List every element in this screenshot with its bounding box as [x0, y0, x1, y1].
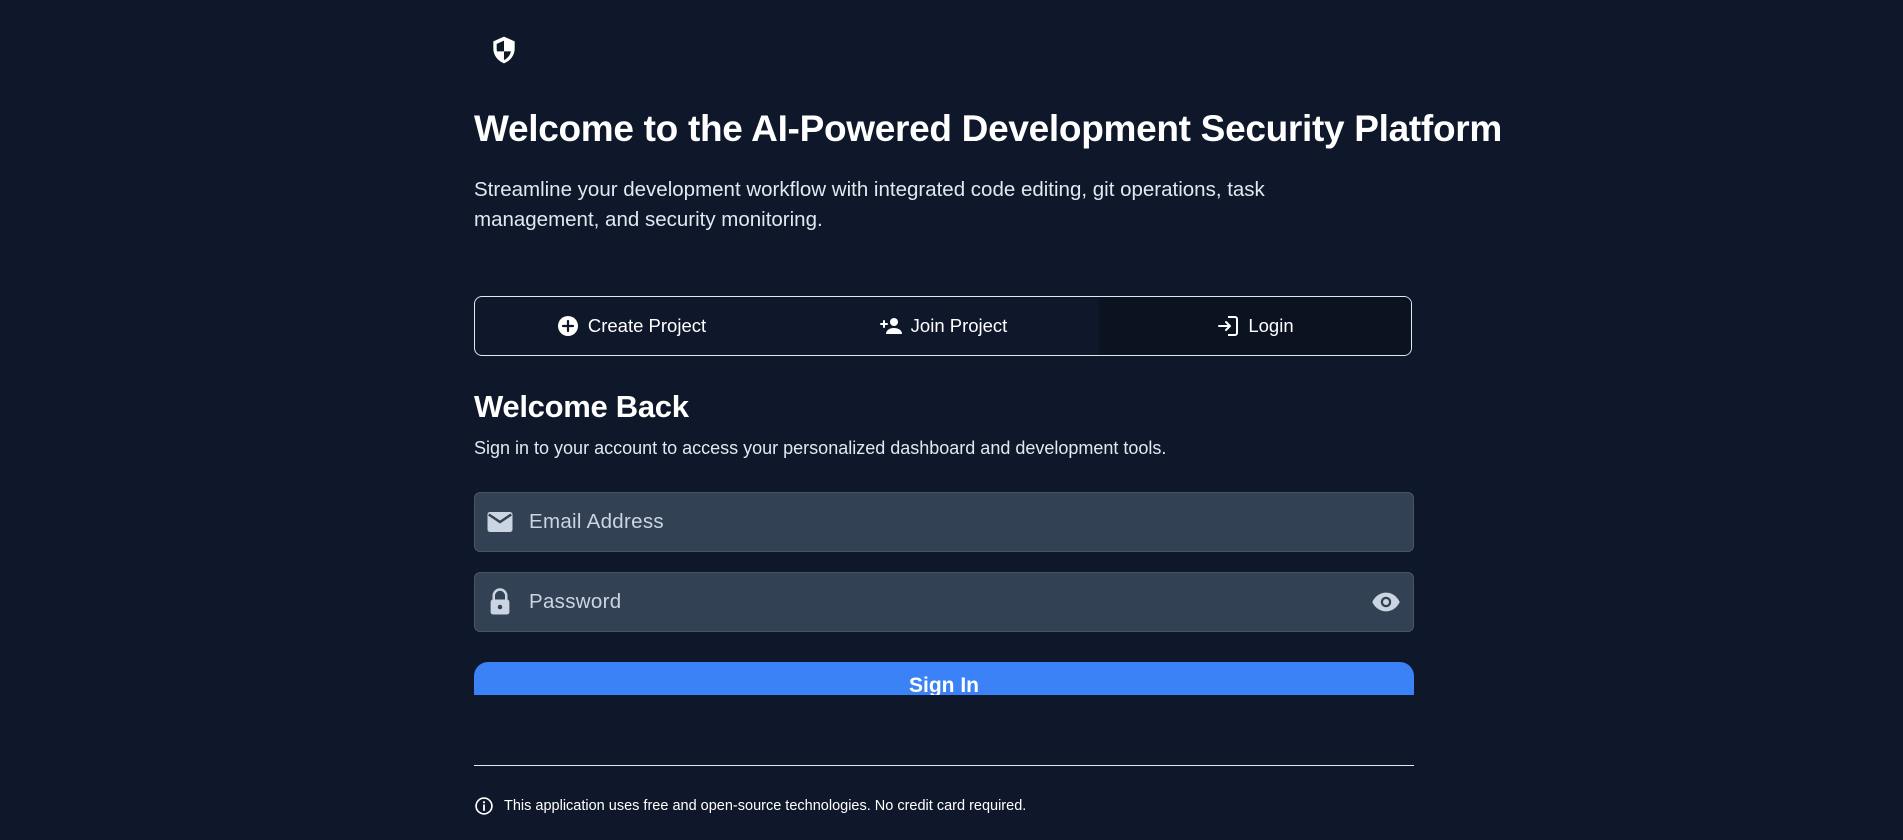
divider [474, 765, 1414, 766]
tab-join-project[interactable]: Join Project [787, 297, 1099, 355]
mail-icon [487, 512, 513, 532]
page-title: Welcome to the AI-Powered Development Se… [474, 108, 1502, 149]
login-title: Welcome Back [474, 389, 689, 424]
lock-icon [490, 588, 510, 615]
tab-login[interactable]: Login [1099, 297, 1411, 355]
page-subtitle: Streamline your development workflow wit… [474, 178, 1265, 231]
email-field [474, 492, 1414, 552]
add-circle-icon [557, 316, 578, 336]
login-icon [1218, 316, 1239, 336]
sign-in-button[interactable]: Sign In [474, 662, 1414, 695]
tab-create-project-label: Create Project [587, 315, 707, 336]
sign-in-viewport: Sign In [474, 662, 1414, 695]
tab-create-project[interactable]: Create Project [475, 297, 787, 355]
eye-icon[interactable] [1371, 587, 1401, 617]
footer-note-text: This application uses free and open-sour… [504, 798, 1027, 814]
person-add-icon [879, 318, 902, 334]
info-icon [475, 797, 493, 815]
password-field [474, 572, 1414, 632]
shield-icon [493, 36, 515, 64]
page: Welcome to the AI-Powered Development Se… [0, 0, 1903, 840]
password-input[interactable] [515, 572, 1371, 632]
email-input[interactable] [515, 492, 1413, 552]
auth-tabs: Create Project Join Project Login [474, 296, 1412, 356]
footer-note: This application uses free and open-sour… [474, 796, 1026, 816]
tab-login-label: Login [1248, 315, 1294, 336]
login-description: Sign in to your account to access your p… [474, 438, 1167, 458]
tab-join-project-label: Join Project [910, 315, 1008, 336]
